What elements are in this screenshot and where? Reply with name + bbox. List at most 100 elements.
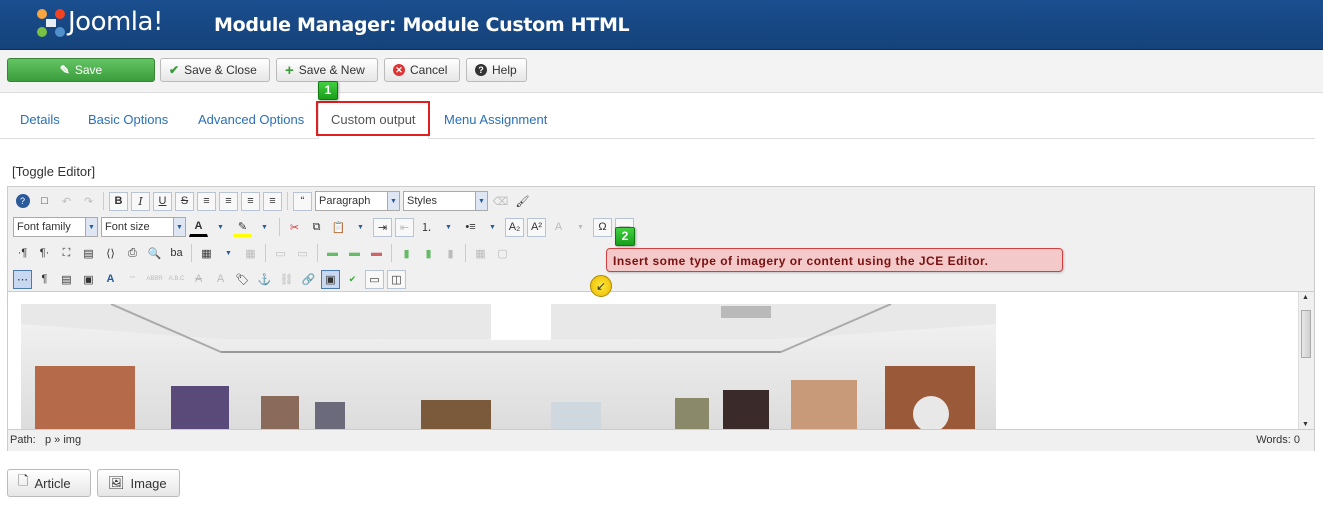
bold-icon[interactable]: B bbox=[109, 191, 128, 211]
help-icon[interactable]: ? bbox=[13, 192, 32, 211]
template-icon[interactable]: ▤ bbox=[57, 270, 76, 289]
replace-icon[interactable]: ba bbox=[167, 244, 186, 263]
chevron-down-icon[interactable]: ▼ bbox=[219, 244, 238, 263]
editor-content-area[interactable]: ▲ ▼ bbox=[8, 291, 1314, 430]
article-button[interactable]: 🗋 Article bbox=[7, 469, 91, 497]
delete-table-icon[interactable]: ▦ bbox=[241, 244, 260, 263]
format-painter-icon[interactable]: 🖌 bbox=[513, 192, 532, 211]
scrollbar-thumb[interactable] bbox=[1301, 310, 1311, 358]
copy-icon[interactable]: ⧉ bbox=[307, 218, 326, 237]
show-blocks-icon[interactable]: ¶ bbox=[35, 270, 54, 289]
align-left-icon[interactable]: ≡ bbox=[241, 191, 260, 211]
chevron-down-icon[interactable]: ▼ bbox=[483, 218, 502, 237]
unlink-icon[interactable]: ⛓ bbox=[277, 270, 296, 289]
style-props-icon[interactable]: ▣ bbox=[79, 270, 98, 289]
italic-icon[interactable]: I bbox=[131, 191, 150, 211]
toolbar-separator bbox=[287, 192, 288, 210]
toolbar-separator bbox=[465, 244, 466, 262]
superscript-icon[interactable]: A² bbox=[527, 217, 546, 237]
undo-icon[interactable]: ↶ bbox=[57, 192, 76, 211]
underline-icon[interactable]: U bbox=[153, 191, 172, 211]
cut-icon[interactable]: ✂ bbox=[285, 218, 304, 237]
special-character-icon[interactable]: Ω bbox=[593, 217, 612, 237]
paste-icon[interactable]: 📋 bbox=[329, 218, 348, 237]
rtl-icon[interactable]: ¶· bbox=[35, 244, 54, 263]
align-right-icon[interactable]: ≡ bbox=[263, 191, 282, 211]
print-icon[interactable]: ⎙ bbox=[123, 244, 142, 263]
font-size-select[interactable]: Font size ▼ bbox=[101, 217, 186, 237]
editor-scrollbar[interactable]: ▲ ▼ bbox=[1298, 292, 1314, 430]
character-map-disabled-icon[interactable]: A bbox=[549, 218, 568, 237]
tab-basic-options[interactable]: Basic Options bbox=[88, 100, 168, 138]
indent-icon[interactable]: ⇥ bbox=[373, 217, 392, 237]
help-button[interactable]: ? Help bbox=[466, 58, 527, 82]
del-icon[interactable]: A bbox=[189, 270, 208, 289]
fullscreen-icon[interactable]: ⛶ bbox=[57, 244, 76, 263]
toggle-editor-link[interactable]: [Toggle Editor] bbox=[12, 164, 95, 179]
save-new-button[interactable]: + Save & New bbox=[276, 58, 378, 82]
split-cells-icon[interactable]: ▦ bbox=[471, 244, 490, 263]
scroll-down-icon[interactable]: ▼ bbox=[1302, 421, 1309, 428]
highlight-color-icon[interactable]: ✎ bbox=[233, 218, 252, 237]
abbr-icon[interactable]: ABBR bbox=[145, 270, 164, 289]
toolbar-separator bbox=[265, 244, 266, 262]
redo-icon[interactable]: ↷ bbox=[79, 192, 98, 211]
insert-hr-icon[interactable]: ▭ bbox=[365, 269, 384, 289]
acronym-icon[interactable]: A.B.C bbox=[167, 270, 186, 289]
tab-details[interactable]: Details bbox=[20, 100, 60, 138]
image-manager-icon[interactable]: ▣ bbox=[321, 269, 340, 289]
cancel-button[interactable]: ✕ Cancel bbox=[384, 58, 460, 82]
attributes-icon[interactable]: 🏷 bbox=[233, 270, 252, 289]
visual-aid-icon[interactable]: ⋯ bbox=[13, 269, 32, 289]
delete-row-icon[interactable]: ▬ bbox=[367, 244, 386, 263]
numbered-list-icon[interactable]: ⒈ bbox=[417, 218, 436, 237]
image-button[interactable]: 🖼 Image bbox=[97, 469, 180, 497]
source-code-icon[interactable]: ⟨⟩ bbox=[101, 244, 120, 263]
delete-col-icon[interactable]: ▮ bbox=[441, 244, 460, 263]
preview-icon[interactable]: ▤ bbox=[79, 244, 98, 263]
subscript-icon[interactable]: A₂ bbox=[505, 217, 524, 237]
ins-icon[interactable]: A bbox=[211, 270, 230, 289]
font-family-select[interactable]: Font family ▼ bbox=[13, 217, 98, 237]
insert-col-after-icon[interactable]: ▮ bbox=[419, 244, 438, 263]
row-props-icon[interactable]: ▭ bbox=[271, 244, 290, 263]
insert-col-before-icon[interactable]: ▮ bbox=[397, 244, 416, 263]
link-icon[interactable]: 🔗 bbox=[299, 270, 318, 289]
path-value[interactable]: p » img bbox=[45, 434, 81, 446]
strikethrough-icon[interactable]: S bbox=[175, 191, 194, 211]
chevron-down-icon[interactable]: ▼ bbox=[351, 218, 370, 237]
align-center-icon[interactable]: ≡ bbox=[219, 191, 238, 211]
eraser-icon[interactable]: ⌫ bbox=[491, 192, 510, 211]
merge-cells-icon[interactable]: ▢ bbox=[493, 244, 512, 263]
text-color-icon[interactable]: A bbox=[189, 218, 208, 237]
cite-icon[interactable]: “” bbox=[123, 270, 142, 289]
format-select[interactable]: Paragraph ▼ bbox=[315, 191, 400, 211]
bullet-list-icon[interactable]: •≡ bbox=[461, 218, 480, 237]
ltr-icon[interactable]: ·¶ bbox=[13, 244, 32, 263]
spellcheck-icon[interactable]: ✔ bbox=[343, 270, 362, 289]
chevron-down-icon[interactable]: ▼ bbox=[571, 218, 590, 237]
align-justify-icon[interactable]: ≡ bbox=[197, 191, 216, 211]
tab-menu-assignment[interactable]: Menu Assignment bbox=[444, 100, 547, 138]
search-icon[interactable]: 🔍 bbox=[145, 244, 164, 263]
chevron-down-icon[interactable]: ▼ bbox=[255, 218, 274, 237]
anchor-icon[interactable]: ⚓ bbox=[255, 270, 274, 289]
save-close-button[interactable]: ✔ Save & Close bbox=[160, 58, 270, 82]
cell-props-icon[interactable]: ▭ bbox=[293, 244, 312, 263]
outdent-icon[interactable]: ⇤ bbox=[395, 217, 414, 237]
styles-select[interactable]: Styles ▼ bbox=[403, 191, 488, 211]
table-icon[interactable]: ▦ bbox=[197, 244, 216, 263]
layer-icon[interactable]: ◫ bbox=[387, 269, 406, 289]
new-document-icon[interactable]: □ bbox=[35, 192, 54, 211]
editor-toolbar-row-1: ? □ ↶ ↷ B I U S ≡ ≡ ≡ ≡ “ Paragraph ▼ Sty… bbox=[13, 190, 532, 212]
gallery-image[interactable] bbox=[21, 304, 996, 430]
chevron-down-icon[interactable]: ▼ bbox=[211, 218, 230, 237]
blockquote-icon[interactable]: “ bbox=[293, 191, 312, 211]
insert-row-after-icon[interactable]: ▬ bbox=[345, 244, 364, 263]
insert-row-before-icon[interactable]: ▬ bbox=[323, 244, 342, 263]
tab-advanced-options[interactable]: Advanced Options bbox=[198, 100, 304, 138]
font-style-icon[interactable]: A bbox=[101, 270, 120, 289]
save-button[interactable]: ✎ Save bbox=[7, 58, 155, 82]
scroll-up-icon[interactable]: ▲ bbox=[1302, 294, 1309, 301]
chevron-down-icon[interactable]: ▼ bbox=[439, 218, 458, 237]
